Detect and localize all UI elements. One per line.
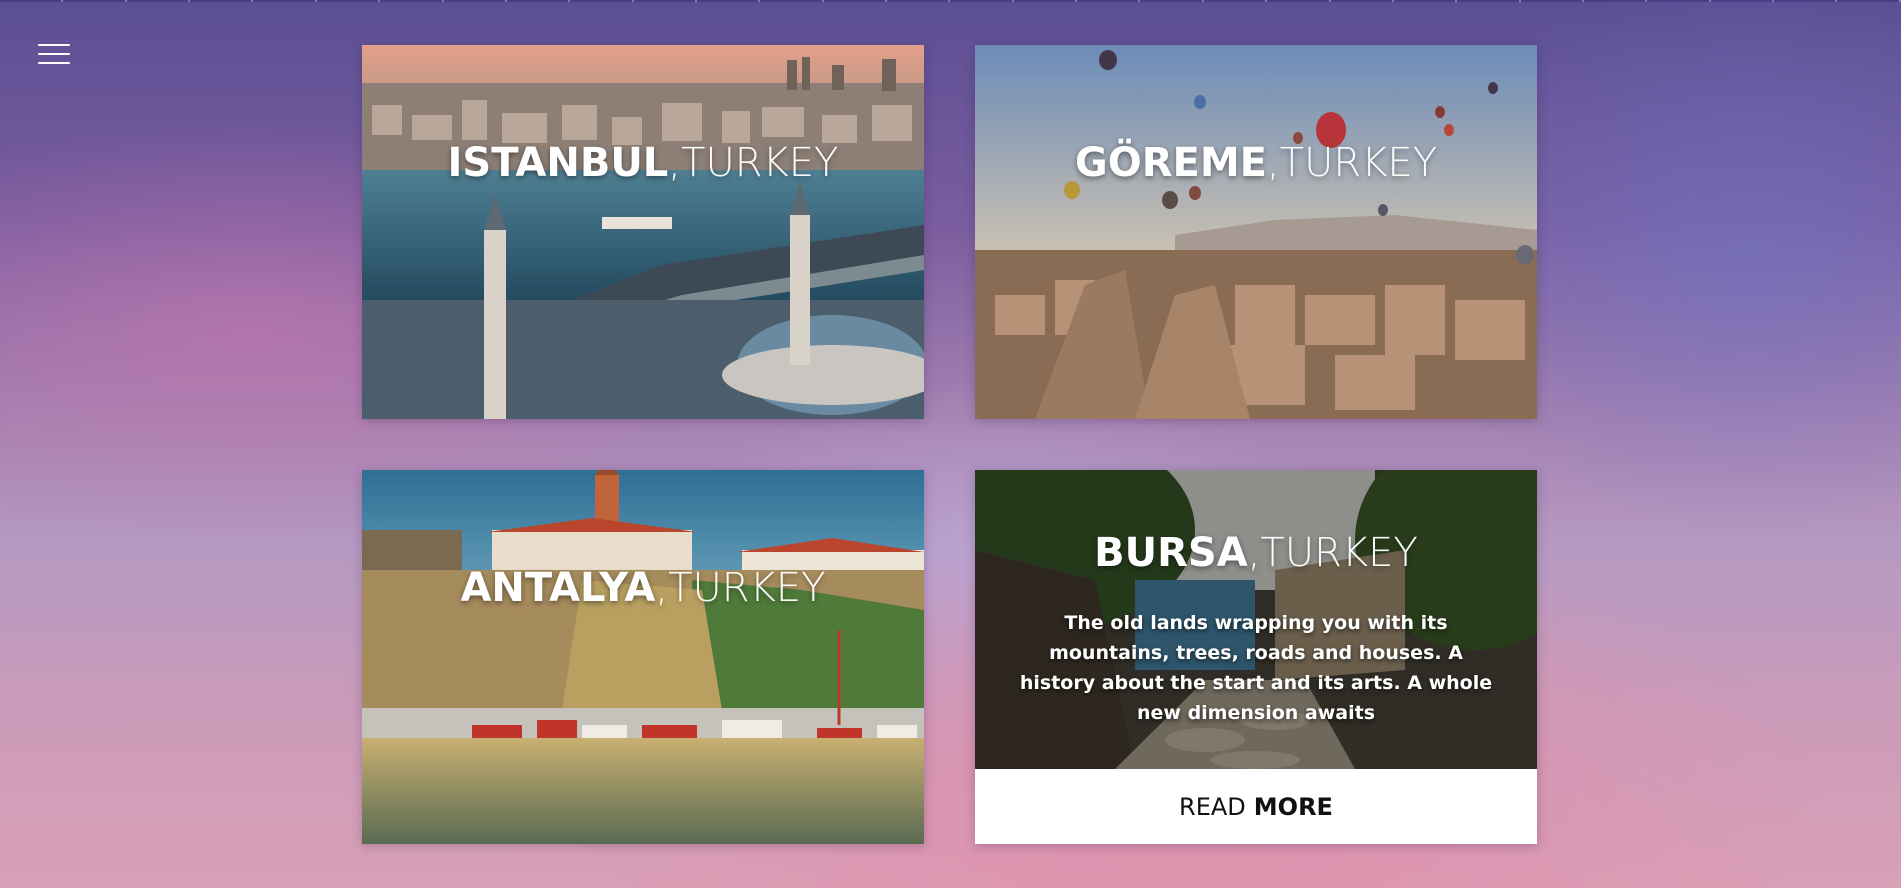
destination-card-antalya[interactable]: ANTALYA,TURKEY bbox=[362, 470, 924, 844]
country-name: ,TURKEY bbox=[1266, 140, 1438, 186]
card-description: The old lands wrapping you with its moun… bbox=[1019, 612, 1493, 724]
card-title: GÖREME,TURKEY bbox=[975, 140, 1537, 186]
destination-card-goreme[interactable]: GÖREME,TURKEY bbox=[975, 45, 1537, 419]
destination-card-bursa[interactable]: BURSA,TURKEY The old lands wrapping you … bbox=[975, 470, 1537, 844]
country-name: ,TURKEY bbox=[655, 565, 826, 611]
city-name: GÖREME bbox=[1074, 140, 1267, 186]
read-more-button[interactable]: READ MORE bbox=[975, 769, 1537, 844]
card-title: ISTANBUL,TURKEY bbox=[362, 140, 924, 186]
country-name: ,TURKEY bbox=[668, 140, 839, 186]
city-name: ISTANBUL bbox=[447, 140, 669, 186]
city-name: ANTALYA bbox=[460, 565, 656, 611]
goreme-photo bbox=[975, 45, 1537, 419]
city-name: BURSA bbox=[1094, 530, 1248, 576]
hamburger-menu-icon[interactable] bbox=[38, 44, 70, 66]
country-name: ,TURKEY bbox=[1247, 530, 1418, 576]
read-more-label: READ bbox=[1179, 792, 1246, 821]
read-more-label-bold: MORE bbox=[1253, 792, 1333, 821]
card-title: BURSA,TURKEY bbox=[975, 530, 1537, 576]
top-divider bbox=[0, 0, 1901, 2]
card-title: ANTALYA,TURKEY bbox=[362, 565, 924, 611]
istanbul-photo bbox=[362, 45, 924, 419]
antalya-photo bbox=[362, 470, 924, 844]
destination-card-istanbul[interactable]: ISTANBUL,TURKEY bbox=[362, 45, 924, 419]
